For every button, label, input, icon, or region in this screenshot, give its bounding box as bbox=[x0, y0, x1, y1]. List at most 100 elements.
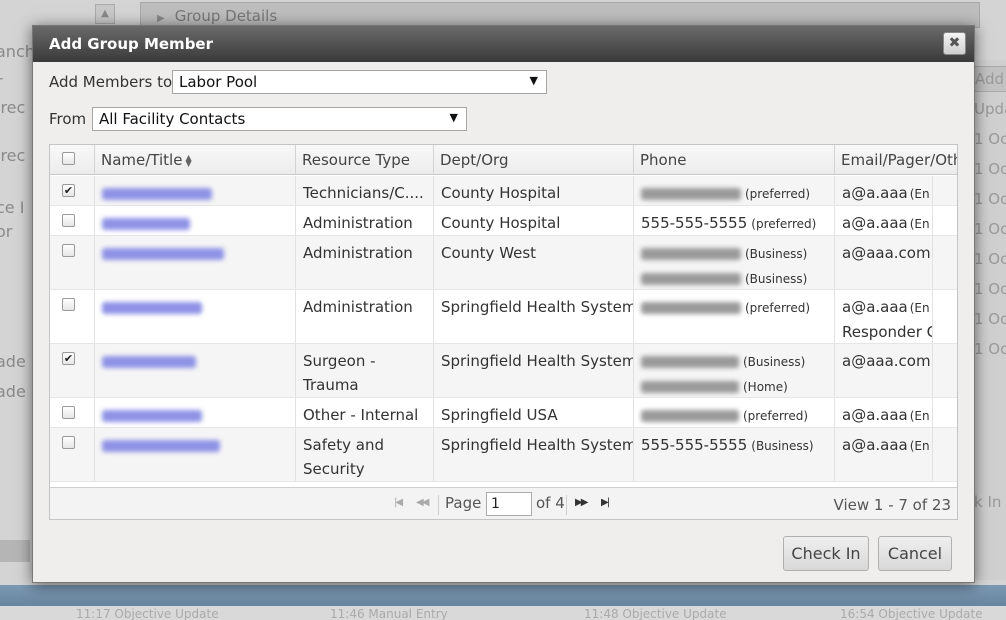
email-line: a@aaa.com bbox=[842, 241, 931, 265]
phone-type: (preferred) bbox=[745, 187, 811, 201]
header-resource-type[interactable]: Resource Type bbox=[296, 145, 434, 175]
name-cell[interactable] bbox=[95, 344, 296, 397]
scroll-up-icon[interactable]: ▲ bbox=[95, 4, 115, 24]
table-row[interactable]: Other - Internal Springfield USA (preferre… bbox=[50, 398, 957, 428]
resource-type-cell: Administration bbox=[296, 206, 434, 235]
table-row[interactable]: ✔ Technicians/C.... County Hospital (prefer… bbox=[50, 176, 957, 206]
phone-number: 555-555-5555 bbox=[641, 214, 748, 232]
bg-timeline-entry: 11:17 Objective Update bbox=[76, 607, 219, 620]
blurred-name-link[interactable] bbox=[102, 355, 196, 368]
name-cell[interactable] bbox=[95, 206, 296, 235]
from-select[interactable]: All Facility Contacts ▼ bbox=[92, 107, 467, 131]
blurred-name-link[interactable] bbox=[102, 301, 202, 314]
dept-org-cell: Springfield Health System C bbox=[434, 344, 634, 397]
grid-header: Name/Title ▲ ▼ Resource Type Dept/Org Phon… bbox=[50, 145, 957, 175]
from-label: From bbox=[49, 110, 87, 128]
email-text: a@aaa.com bbox=[842, 244, 931, 262]
bg-left-text: ce I bbox=[0, 198, 25, 217]
phone-type: (Business) bbox=[745, 247, 808, 261]
dialog-title: Add Group Member bbox=[49, 35, 213, 53]
background-timeline-row: 11:17 Objective Update 11:46 Manual Entr… bbox=[0, 606, 1006, 620]
row-checkbox[interactable] bbox=[62, 214, 75, 227]
next-page-icon[interactable]: ▶▶ bbox=[575, 497, 588, 508]
expand-triangle-icon: ▶ bbox=[157, 13, 165, 24]
header-name-title[interactable]: Name/Title ▲ ▼ bbox=[95, 145, 296, 175]
header-phone[interactable]: Phone bbox=[634, 145, 835, 175]
last-page-icon[interactable]: ▶| bbox=[601, 497, 610, 508]
phone-line: (Business) bbox=[641, 349, 827, 374]
bg-right-row: 1 Oc bbox=[974, 280, 1006, 298]
email-cell: a@a.aaa (En bbox=[835, 428, 933, 481]
email-cell: a@a.aaa (En bbox=[835, 398, 933, 427]
add-group-member-dialog: Add Group Member ✖ Add Members to Labor … bbox=[32, 25, 975, 583]
phone-type: (preferred) bbox=[745, 301, 811, 315]
page-label: Page bbox=[445, 494, 482, 512]
email-text: a@a.aaa bbox=[842, 406, 908, 424]
table-row[interactable]: Administration County Hospital 555-555-555… bbox=[50, 206, 957, 236]
row-select-cell: ✔ bbox=[50, 176, 95, 205]
blurred-name-link[interactable] bbox=[102, 439, 220, 452]
row-checkbox[interactable] bbox=[62, 436, 75, 449]
header-dept-org[interactable]: Dept/Org bbox=[434, 145, 634, 175]
sort-icon[interactable]: ▲ ▼ bbox=[185, 153, 191, 167]
blurred-name-link[interactable] bbox=[102, 247, 224, 260]
table-row[interactable]: Administration Springfield Health System … bbox=[50, 290, 957, 344]
dept-org-cell: Springfield Health System C bbox=[434, 428, 634, 481]
first-page-icon[interactable]: |◀ bbox=[394, 497, 403, 508]
dialog-titlebar[interactable]: Add Group Member ✖ bbox=[33, 26, 974, 62]
page-number-input[interactable] bbox=[486, 492, 532, 516]
email-text: a@aaa.com bbox=[842, 352, 931, 370]
bg-right-row: 1 Oc bbox=[974, 250, 1006, 268]
dept-org-cell: Springfield Health System C bbox=[434, 290, 634, 343]
contacts-grid: Name/Title ▲ ▼ Resource Type Dept/Org Phon… bbox=[49, 144, 958, 520]
table-row[interactable]: Safety and Security Springfield Health Sy… bbox=[50, 428, 957, 482]
row-checkbox-checked[interactable]: ✔ bbox=[62, 184, 75, 197]
bg-left-text: anch bbox=[0, 42, 35, 61]
name-cell[interactable] bbox=[95, 428, 296, 481]
name-cell[interactable] bbox=[95, 236, 296, 289]
table-row[interactable]: Administration County West (Business) (Busi… bbox=[50, 236, 957, 290]
dept-org-cell: County West bbox=[434, 236, 634, 289]
cancel-button[interactable]: Cancel bbox=[878, 536, 952, 571]
header-email-pager[interactable]: Email/Pager/Oth bbox=[835, 145, 957, 175]
prev-page-icon[interactable]: ◀◀ bbox=[416, 497, 429, 508]
bg-add-button[interactable]: Add bbox=[970, 66, 1006, 92]
resource-type-cell: Surgeon - Trauma bbox=[296, 344, 434, 397]
row-checkbox[interactable] bbox=[62, 298, 75, 311]
close-icon[interactable]: ✖ bbox=[943, 32, 966, 55]
phone-line: 555-555-5555 (Business) bbox=[641, 433, 827, 458]
blurred-name-link[interactable] bbox=[102, 409, 202, 422]
bg-left-text: irec bbox=[0, 146, 26, 165]
name-cell[interactable] bbox=[95, 290, 296, 343]
row-checkbox-checked[interactable]: ✔ bbox=[62, 352, 75, 365]
row-checkbox[interactable] bbox=[62, 244, 75, 257]
pager-separator bbox=[438, 495, 439, 515]
phone-cell: (Business) (Business) bbox=[634, 236, 835, 289]
bg-left-text: ade bbox=[0, 352, 26, 371]
from-value: All Facility Contacts bbox=[99, 110, 246, 128]
bg-left-text: ade bbox=[0, 382, 26, 401]
bg-right-link[interactable]: k In / bbox=[974, 493, 1006, 511]
select-all-checkbox[interactable] bbox=[62, 152, 75, 165]
blurred-name-link[interactable] bbox=[102, 217, 190, 230]
row-checkbox[interactable] bbox=[62, 406, 75, 419]
phone-cell: 555-555-5555 (preferred) bbox=[634, 206, 835, 235]
phone-type: (Business) bbox=[745, 272, 808, 286]
email-line: a@a.aaa (En bbox=[842, 181, 930, 205]
row-select-cell bbox=[50, 236, 95, 289]
row-select-cell bbox=[50, 290, 95, 343]
row-select-cell bbox=[50, 428, 95, 481]
phone-cell: (preferred) bbox=[634, 398, 835, 427]
add-members-select[interactable]: Labor Pool ▼ bbox=[172, 70, 547, 94]
name-cell[interactable] bbox=[95, 176, 296, 205]
email-type: (En bbox=[909, 301, 930, 315]
table-row[interactable]: ✔ Surgeon - Trauma Springfield Health Syst… bbox=[50, 344, 957, 398]
background-right-column: Add Upda 1 Oc 1 Oc 1 Oc 1 Oc 1 Oc 1 Oc 1… bbox=[970, 60, 1006, 580]
bg-timeline-entry: 11:46 Manual Entry bbox=[330, 607, 448, 620]
email-text: a@a.aaa bbox=[842, 214, 908, 232]
phone-type: (preferred) bbox=[751, 217, 817, 231]
check-in-button[interactable]: Check In bbox=[783, 536, 869, 571]
phone-type: (Home) bbox=[743, 380, 788, 394]
name-cell[interactable] bbox=[95, 398, 296, 427]
blurred-name-link[interactable] bbox=[102, 187, 212, 200]
